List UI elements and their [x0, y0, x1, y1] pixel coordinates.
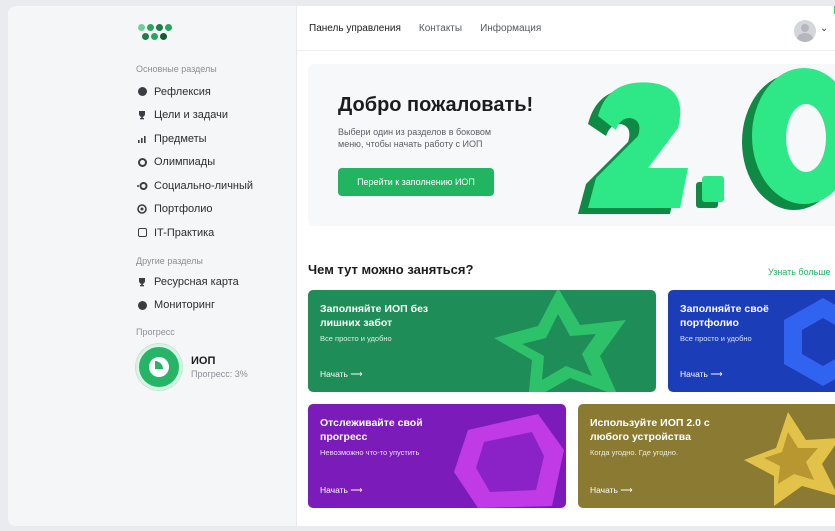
activities-title: Чем тут можно заняться?: [308, 262, 474, 277]
welcome-banner: Добро пожаловать! Выбери один из раздело…: [308, 64, 835, 226]
card-title: Используйте ИОП 2.0 с любого устройства: [590, 417, 710, 443]
progress-pie-icon: [136, 344, 182, 390]
sidebar-item-label: IT-Практика: [154, 226, 215, 239]
other-sections-label: Другие разделы: [136, 256, 203, 266]
code-window-icon: [136, 227, 148, 239]
ring-icon: [136, 156, 148, 168]
sidebar-item-reflection[interactable]: Рефлексия: [136, 80, 286, 104]
trophy-icon: [136, 276, 148, 288]
gold-star-illustration: [744, 412, 835, 506]
learn-more-link[interactable]: Узнать больше: [768, 267, 831, 277]
card-start-link[interactable]: Начать ⟶: [320, 369, 363, 380]
card-subtitle: Все просто и удобно: [680, 334, 752, 343]
sidebar-item-portfolio[interactable]: Портфолио: [136, 198, 286, 222]
other-nav: Ресурсная карта Мониторинг: [136, 270, 286, 317]
progress-title: ИОП: [191, 355, 216, 367]
sidebar-item-monitoring[interactable]: Мониторинг: [136, 294, 286, 318]
progress-section-label: Прогресс: [136, 327, 175, 337]
bar-chart-icon: [136, 133, 148, 145]
card-portfolio[interactable]: Заполняйте своё портфолио Все просто и у…: [668, 290, 835, 392]
disc-icon: [136, 86, 148, 98]
sidebar-item-social[interactable]: Социально-личный: [136, 174, 286, 198]
sidebar-item-subjects[interactable]: Предметы: [136, 127, 286, 151]
main-nav: Рефлексия Цели и задачи Предметы Олимпиа…: [136, 80, 286, 245]
progress-value: Прогресс: 3%: [191, 369, 248, 379]
card-start-link[interactable]: Начать ⟶: [320, 485, 363, 496]
card-track-progress[interactable]: Отслеживайте свой прогресс Невозможно чт…: [308, 404, 566, 508]
card-title: Заполняйте ИОП без лишних забот: [320, 303, 429, 329]
sidebar-item-label: Цели и задачи: [154, 109, 229, 122]
sidebar-item-label: Портфолио: [154, 203, 213, 216]
logo-icon[interactable]: [138, 24, 174, 46]
sidebar-divider: [296, 6, 297, 526]
star-illustration: [494, 290, 626, 392]
social-icon: [136, 180, 148, 192]
card-title: Заполняйте своё портфолио: [680, 303, 769, 329]
sidebar-item-olympiads[interactable]: Олимпиады: [136, 151, 286, 175]
top-nav: Панель управления Контакты Информация: [309, 23, 541, 34]
sidebar: Основные разделы Рефлексия Цели и задачи…: [8, 6, 296, 526]
card-subtitle: Когда угодно. Где угодно.: [590, 448, 679, 457]
chevron-down-icon[interactable]: ⌄: [820, 23, 828, 34]
sidebar-item-label: Социально-личный: [154, 179, 254, 192]
sidebar-item-label: Рефлексия: [154, 85, 211, 98]
card-title: Отслеживайте свой прогресс: [320, 417, 423, 443]
sidebar-item-goals[interactable]: Цели и задачи: [136, 104, 286, 128]
header-divider: [297, 50, 835, 51]
app-window: Основные разделы Рефлексия Цели и задачи…: [8, 6, 835, 526]
card-start-link[interactable]: Начать ⟶: [590, 485, 633, 496]
progress-card[interactable]: ИОП Прогресс: 3%: [136, 344, 248, 390]
tab-information[interactable]: Информация: [480, 23, 541, 34]
sidebar-item-label: Мониторинг: [154, 299, 216, 312]
welcome-text: Выбери один из разделов в боковом меню, …: [338, 127, 492, 149]
monitor-icon: [136, 299, 148, 311]
card-any-device[interactable]: Используйте ИОП 2.0 с любого устройства …: [578, 404, 835, 508]
avatar[interactable]: [794, 20, 816, 42]
version-2-0-illustration: [578, 68, 835, 214]
card-subtitle: Все просто и удобно: [320, 334, 392, 343]
welcome-title: Добро пожаловать!: [338, 94, 534, 116]
cube-illustration: [454, 414, 564, 508]
tab-dashboard[interactable]: Панель управления: [309, 23, 401, 34]
sidebar-item-label: Ресурсная карта: [154, 275, 239, 288]
card-start-link[interactable]: Начать ⟶: [680, 369, 723, 380]
sidebar-item-resource-map[interactable]: Ресурсная карта: [136, 270, 286, 294]
card-fill-iop[interactable]: Заполняйте ИОП без лишних забот Все прос…: [308, 290, 656, 392]
sidebar-item-it-practice[interactable]: IT-Практика: [136, 221, 286, 245]
tab-contacts[interactable]: Контакты: [419, 23, 462, 34]
trophy-icon: [136, 109, 148, 121]
sidebar-item-label: Олимпиады: [154, 156, 216, 169]
main-sections-label: Основные разделы: [136, 64, 217, 74]
card-subtitle: Невозможно что-то упустить: [320, 448, 420, 457]
portfolio-icon: [136, 203, 148, 215]
fill-iop-button[interactable]: Перейти к заполнению ИОП: [338, 168, 494, 196]
sidebar-item-label: Предметы: [154, 132, 207, 145]
